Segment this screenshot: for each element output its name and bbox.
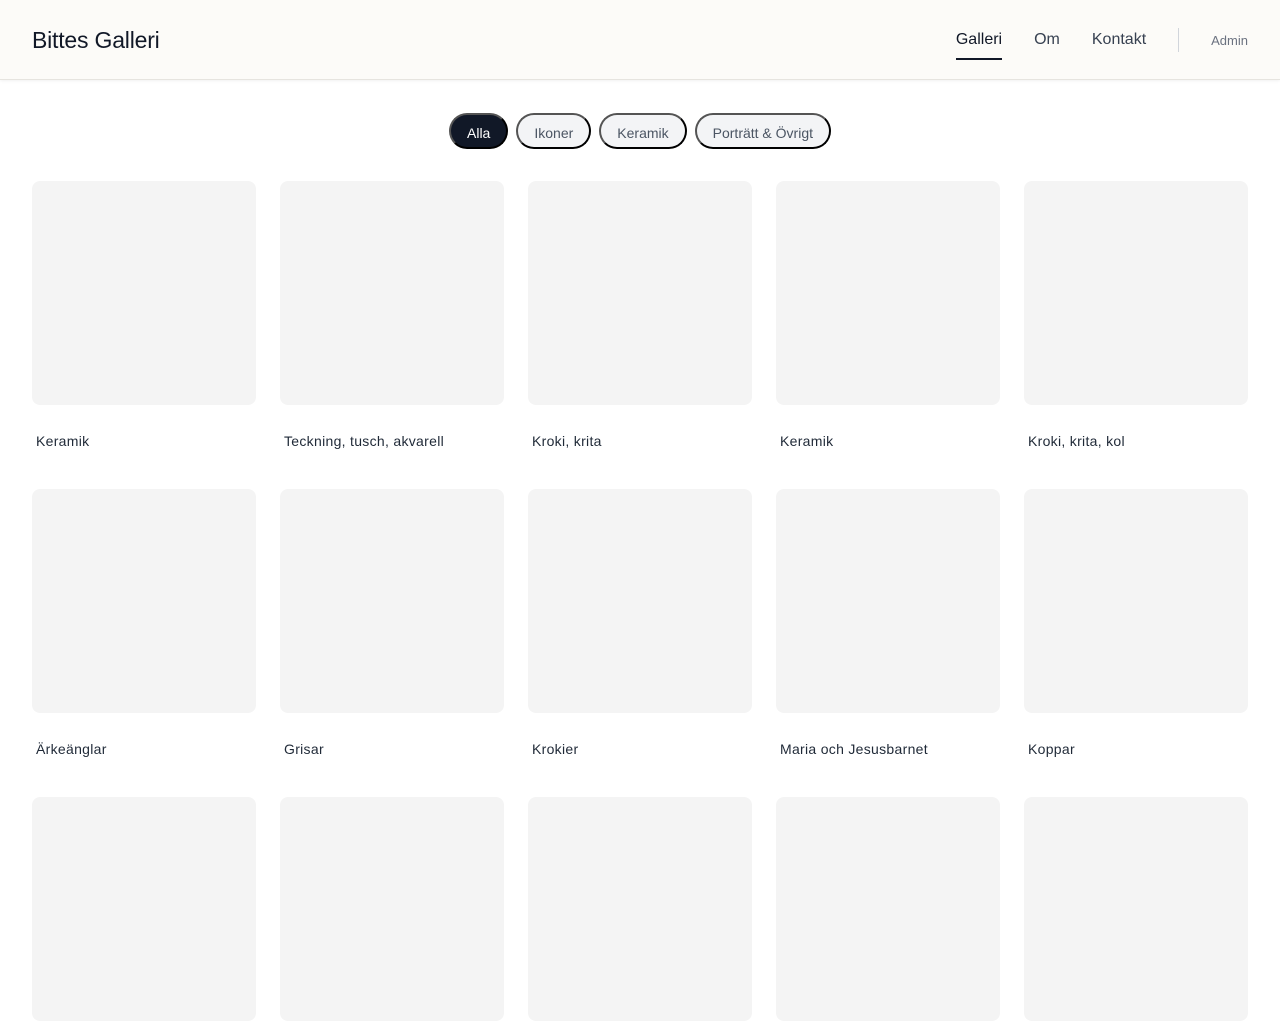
site-header: Bittes Galleri Galleri Om Kontakt Admin [0,0,1280,80]
nav-om[interactable]: Om [1034,0,1060,80]
gallery-card[interactable] [776,797,1000,1021]
gallery-card[interactable]: Keramik [776,181,1000,449]
gallery-card[interactable]: Kroki, krita, kol [1024,181,1248,449]
filter-alla[interactable]: Alla [449,113,509,149]
gallery-card[interactable]: Kroki, krita [528,181,752,449]
gallery-card-caption: Kroki, krita, kol [1028,433,1125,449]
gallery-card[interactable]: Keramik [32,181,256,449]
gallery-card[interactable] [280,797,504,1021]
gallery-card-caption: Koppar [1028,741,1075,757]
gallery-card[interactable]: Koppar [1024,489,1248,757]
filter-ikoner[interactable]: Ikoner [516,113,592,149]
filter-keramik[interactable]: Keramik [599,113,687,149]
nav-divider [1178,28,1180,52]
gallery-card[interactable]: Teckning, tusch, akvarell [280,181,504,449]
gallery-card-caption: Keramik [780,433,834,449]
category-filters: Alla Ikoner Keramik Porträtt & Övrigt [0,113,1280,149]
gallery-card[interactable] [528,797,752,1021]
nav-galleri[interactable]: Galleri [955,0,1003,80]
gallery-card-caption: Maria och Jesusbarnet [780,741,928,757]
nav-kontakt[interactable]: Kontakt [1092,0,1146,80]
gallery-card-caption: Keramik [36,433,90,449]
gallery-card-caption: Teckning, tusch, akvarell [284,433,445,449]
gallery-card[interactable] [1024,797,1248,1021]
gallery-card[interactable]: Krokier [528,489,752,757]
gallery-card[interactable]: Grisar [280,489,504,757]
gallery-card-caption: Kroki, krita [532,433,602,449]
filter-portratt-ovrigt[interactable]: Porträtt & Övrigt [694,113,831,149]
gallery-card[interactable]: Maria och Jesusbarnet [776,489,1000,757]
admin-link[interactable]: Admin [1211,33,1248,48]
gallery-card-caption: Ärkeänglar [36,741,107,757]
site-title[interactable]: Bittes Galleri [32,26,160,54]
gallery-card-caption: Krokier [532,741,579,757]
main-nav: Galleri Om Kontakt Admin [955,0,1248,80]
gallery-grid: Keramik Teckning, tusch, akvarell Kroki,… [32,181,1248,1021]
gallery-card-caption: Grisar [284,741,324,757]
gallery-card[interactable]: Ärkeänglar [32,489,256,757]
gallery-card[interactable] [32,797,256,1021]
